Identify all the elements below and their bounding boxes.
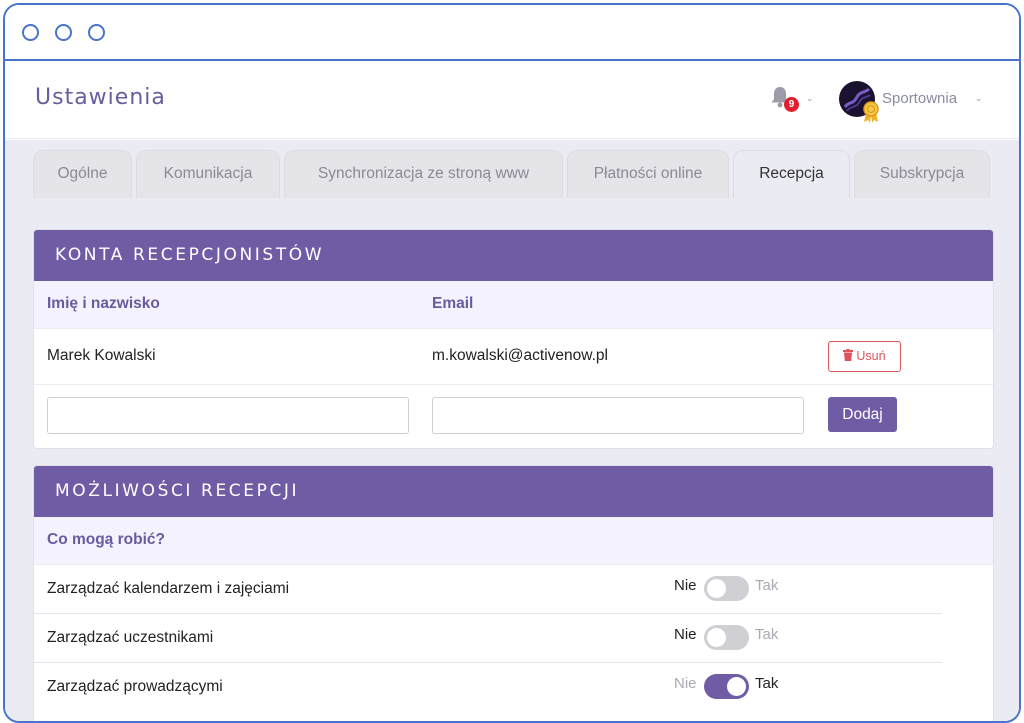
add-receptionist-button[interactable]: Dodaj <box>828 397 897 432</box>
permission-instructors-toggle[interactable] <box>704 674 749 699</box>
toggle-knob <box>727 677 746 696</box>
notifications-button[interactable]: 9 <box>769 85 809 117</box>
window-titlebar <box>5 5 1019 61</box>
tab-general[interactable]: Ogólne <box>33 150 132 198</box>
column-name: Imię i nazwisko <box>47 295 160 312</box>
trash-icon <box>843 349 854 361</box>
permission-label: Zarządzać uczestnikami <box>47 629 214 646</box>
remove-receptionist-button[interactable]: Usuń <box>828 341 901 372</box>
permissions-subheader: Co mogą robić? <box>34 517 993 565</box>
chevron-down-icon: ⌄ <box>975 93 983 103</box>
option-yes-label: Tak <box>755 626 779 643</box>
tab-website-sync[interactable]: Synchronizacja ze stroną www <box>284 150 563 198</box>
reception-permissions-header: MOŻLIWOŚCI RECEPCJI <box>34 466 993 517</box>
option-no-label: Nie <box>674 675 697 692</box>
award-badge-icon <box>863 101 879 123</box>
settings-content: Ogólne Komunikacja Synchronizacja ze str… <box>5 140 1019 721</box>
browser-window: Ustawienia 9 ⌄ Sportownia ⌄ Ogólne Komun… <box>3 3 1021 723</box>
reception-accounts-card: KONTA RECEPCJONISTÓW Imię i nazwisko Ema… <box>34 230 993 448</box>
window-close-control[interactable] <box>22 24 39 41</box>
toggle-knob <box>707 579 726 598</box>
toggle-knob <box>707 628 726 647</box>
window-minimize-control[interactable] <box>55 24 72 41</box>
add-receptionist-row: Dodaj <box>34 385 993 447</box>
permission-participants-toggle[interactable] <box>704 625 749 650</box>
top-bar: Ustawienia 9 ⌄ Sportownia ⌄ <box>5 63 1019 139</box>
new-name-input[interactable] <box>47 397 409 434</box>
profile-menu[interactable]: Sportownia ⌄ <box>839 81 989 123</box>
list-item: Zarządzać kalendarzem i zajęciami Nie Ta… <box>34 565 993 614</box>
tab-reception[interactable]: Recepcja <box>733 150 850 198</box>
tab-subscription[interactable]: Subskrypcja <box>854 150 990 198</box>
list-item: Zarządzać uczestnikami Nie Tak <box>34 614 993 663</box>
accounts-table-header: Imię i nazwisko Email <box>34 281 993 329</box>
receptionist-email: m.kowalski@activenow.pl <box>432 347 608 364</box>
notification-count-badge: 9 <box>784 97 799 112</box>
permission-label: Zarządzać prowadzącymi <box>47 678 223 695</box>
chevron-down-icon[interactable]: ⌄ <box>806 93 814 104</box>
receptionist-name: Marek Kowalski <box>47 347 156 364</box>
permission-label: Zarządzać kalendarzem i zajęciami <box>47 580 290 597</box>
option-no-label: Nie <box>674 626 697 643</box>
option-no-label: Nie <box>674 577 697 594</box>
tab-communication[interactable]: Komunikacja <box>136 150 280 198</box>
window-maximize-control[interactable] <box>88 24 105 41</box>
reception-accounts-header: KONTA RECEPCJONISTÓW <box>34 230 993 281</box>
tab-online-payments[interactable]: Płatności online <box>567 150 729 198</box>
reception-permissions-card: MOŻLIWOŚCI RECEPCJI Co mogą robić? Zarzą… <box>34 466 993 721</box>
option-yes-label: Tak <box>755 577 779 594</box>
permissions-question: Co mogą robić? <box>47 531 165 548</box>
list-item: Zarządzać prowadzącymi Nie Tak <box>34 663 993 712</box>
permission-calendar-toggle[interactable] <box>704 576 749 601</box>
page-title: Ustawienia <box>35 85 166 110</box>
option-yes-label: Tak <box>755 675 779 692</box>
table-row: Marek Kowalski m.kowalski@activenow.pl U… <box>34 329 993 385</box>
remove-label: Usuń <box>856 349 886 363</box>
new-email-input[interactable] <box>432 397 804 434</box>
column-email: Email <box>432 295 474 312</box>
profile-name: Sportownia <box>882 90 958 107</box>
